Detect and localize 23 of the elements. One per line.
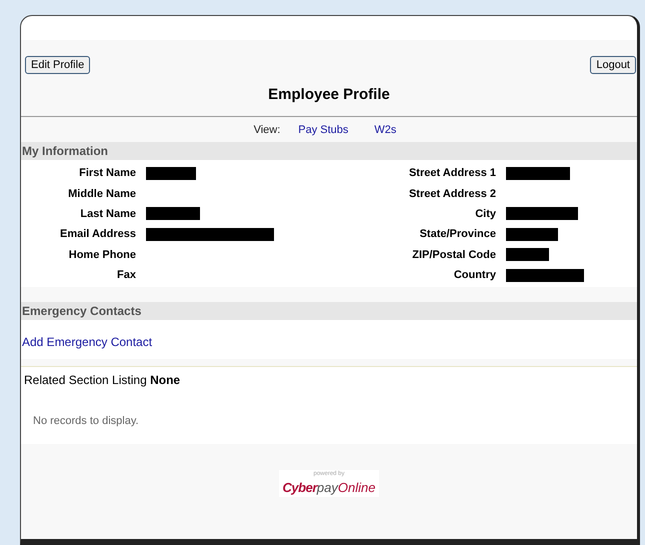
section-header: Emergency Contacts: [21, 302, 637, 320]
field-label: Street Address 1: [408, 167, 496, 180]
view-link[interactable]: W2s: [374, 124, 396, 136]
section-header: My Information: [21, 142, 637, 160]
field-label: Middle Name: [67, 188, 136, 200]
field-label: Last Name: [79, 208, 136, 220]
field-label: First Name: [78, 167, 136, 180]
field-label: Home Phone: [68, 248, 136, 261]
field-label: State/Province: [418, 228, 496, 240]
edit-profile-button[interactable]: Edit Profile: [25, 56, 90, 74]
add-contact-link[interactable]: Add Emergency Contact: [22, 335, 152, 350]
field-label: Street Address 2: [408, 188, 496, 200]
logout-button[interactable]: Logout: [590, 56, 636, 74]
field-label: Email Address: [58, 228, 136, 240]
field-label: Fax: [116, 269, 136, 282]
related-heading: Related Section Listing None: [24, 373, 180, 388]
field-label: City: [474, 208, 496, 220]
field-label: ZIP/Postal Code: [411, 248, 496, 261]
view-label: View:: [254, 124, 280, 136]
page-title: Employee Profile: [267, 86, 391, 103]
empty-message: No records to display.: [33, 415, 139, 428]
view-link[interactable]: Pay Stubs: [298, 124, 348, 136]
field-label: Country: [452, 269, 496, 282]
